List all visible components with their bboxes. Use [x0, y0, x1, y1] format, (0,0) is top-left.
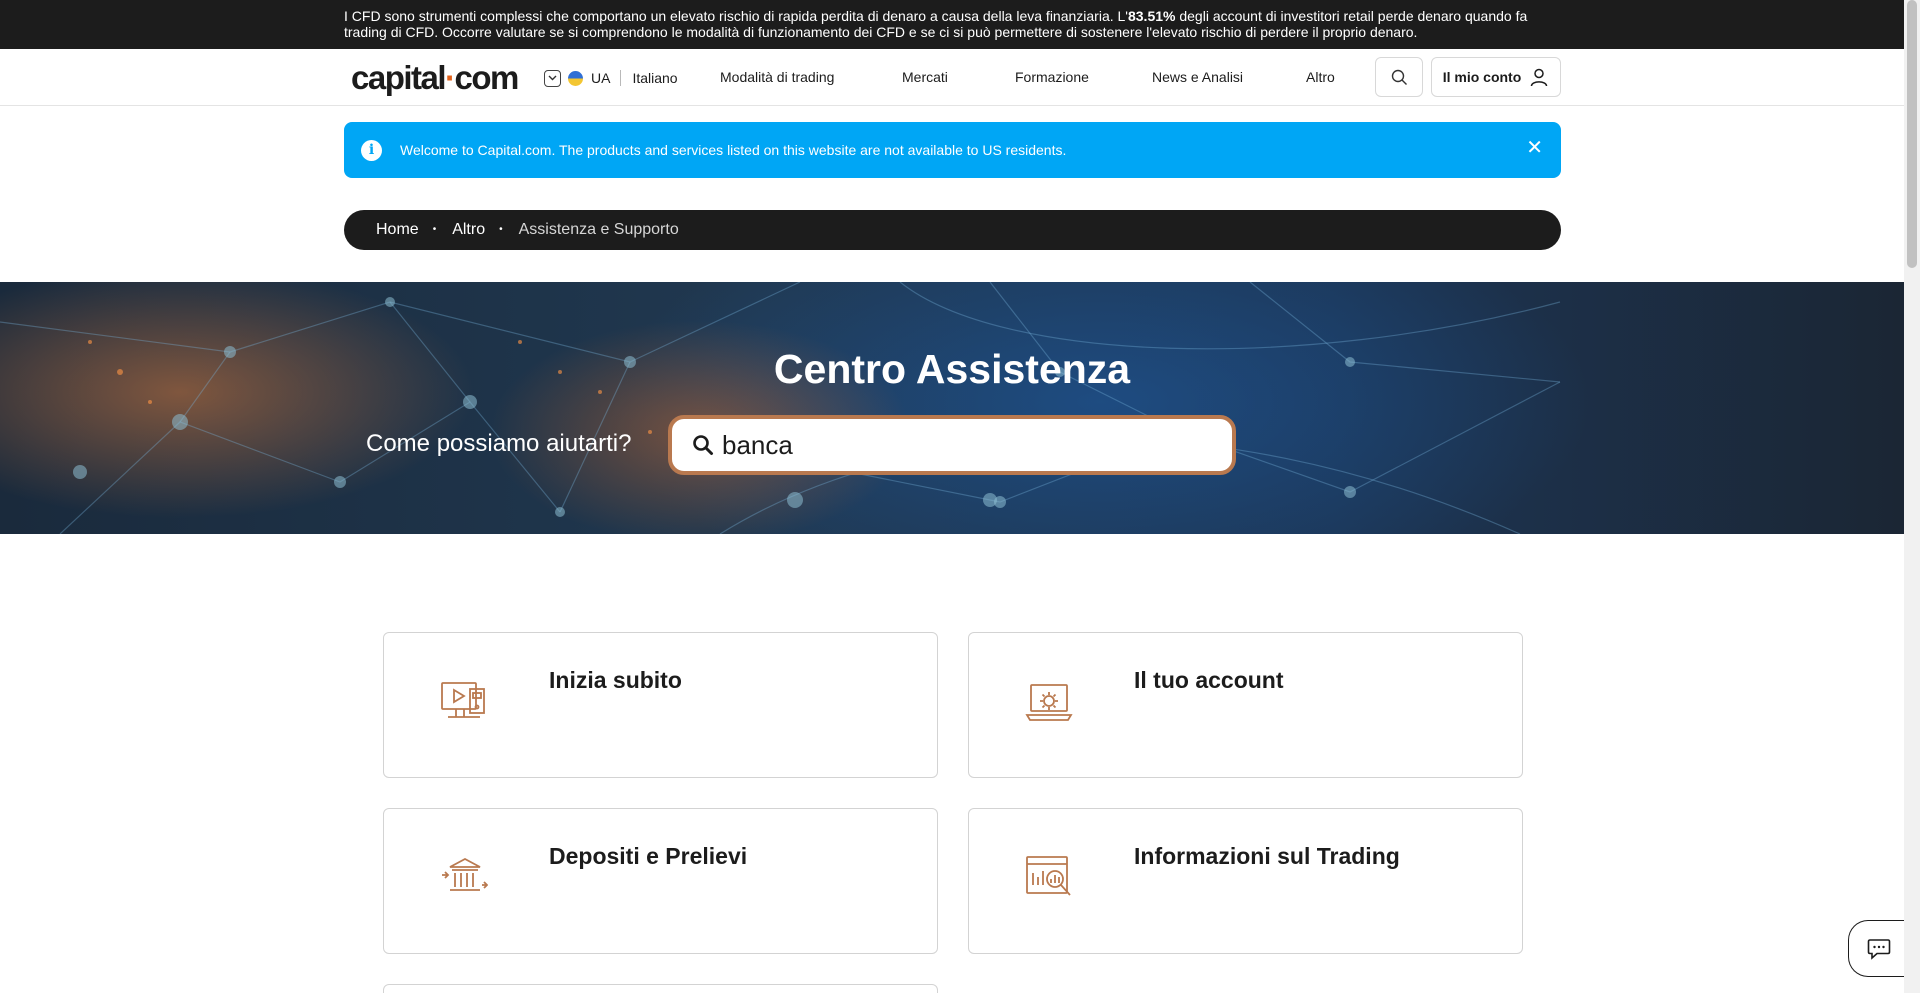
search-icon — [693, 435, 713, 455]
risk-percent: 83.51% — [1127, 8, 1176, 24]
breadcrumb-current: Assistenza e Supporto — [518, 221, 679, 238]
chevron-down-icon[interactable] — [544, 69, 561, 87]
page-scrollbar[interactable] — [1904, 0, 1920, 993]
ukraine-flag-icon — [568, 70, 583, 86]
help-search-input[interactable] — [722, 429, 1192, 461]
my-account-button[interactable]: Il mio conto — [1431, 57, 1561, 97]
help-center-hero: Centro Assistenza Come possiamo aiutarti… — [0, 282, 1904, 534]
nav-trading-modes[interactable]: Modalità di trading — [720, 69, 834, 85]
help-search-box[interactable] — [668, 415, 1236, 475]
scrollbar-thumb[interactable] — [1907, 0, 1917, 268]
chat-support-button[interactable] — [1848, 920, 1908, 977]
header-search-button[interactable] — [1375, 57, 1423, 97]
card-trading-info[interactable]: Informazioni sul Trading — [968, 808, 1523, 954]
bank-transfer-icon — [442, 857, 488, 891]
region-code: UA — [591, 70, 611, 86]
chat-icon — [1867, 938, 1890, 960]
risk-warning-text: I CFD sono strumenti complessi che compo… — [344, 8, 1528, 40]
card-title: Depositi e Prelievi — [549, 843, 748, 869]
logo[interactable]: capital·com — [351, 58, 519, 98]
divider — [620, 70, 622, 86]
nav-news-analysis[interactable]: News e Analisi — [1152, 69, 1243, 85]
card-get-started[interactable]: Inizia subito — [383, 632, 938, 778]
welcome-message: Welcome to Capital.com. The products and… — [400, 142, 1067, 158]
video-screen-icon — [441, 682, 485, 718]
card-your-account[interactable]: Il tuo account — [968, 632, 1523, 778]
card-partial-next[interactable] — [383, 984, 938, 993]
card-title: Informazioni sul Trading — [1134, 843, 1400, 869]
welcome-banner: i Welcome to Capital.com. The products a… — [344, 122, 1561, 178]
breadcrumb-separator: • — [432, 224, 437, 235]
help-center-title: Centro Assistenza — [773, 346, 1131, 392]
search-icon — [1391, 69, 1407, 85]
laptop-gear-icon — [1025, 684, 1073, 721]
nav-markets[interactable]: Mercati — [902, 69, 948, 85]
card-title: Il tuo account — [1134, 667, 1284, 693]
info-icon: i — [361, 140, 382, 161]
breadcrumb: Home • Altro • Assistenza e Supporto — [344, 210, 1561, 250]
close-icon[interactable]: ✕ — [1526, 138, 1543, 158]
breadcrumb-home[interactable]: Home — [376, 221, 419, 239]
search-prompt-label: Come possiamo aiutarti? — [366, 430, 632, 457]
card-title: Inizia subito — [549, 667, 682, 693]
breadcrumb-more[interactable]: Altro — [452, 221, 485, 239]
my-account-label: Il mio conto — [1442, 69, 1522, 85]
site-header: capital·com UA Italiano Modalità di trad… — [0, 49, 1904, 106]
region-language-selector[interactable]: UA Italiano — [544, 67, 678, 89]
user-icon — [1531, 68, 1548, 87]
breadcrumb-separator: • — [499, 224, 503, 235]
nav-education[interactable]: Formazione — [1015, 69, 1089, 85]
chart-analysis-icon — [1026, 856, 1071, 896]
nav-more[interactable]: Altro — [1306, 69, 1335, 85]
risk-warning-bar: I CFD sono strumenti complessi che compo… — [0, 0, 1904, 49]
card-deposits-withdrawals[interactable]: Depositi e Prelievi — [383, 808, 938, 954]
language-label: Italiano — [632, 70, 678, 86]
network-background-graphic — [0, 282, 1561, 534]
